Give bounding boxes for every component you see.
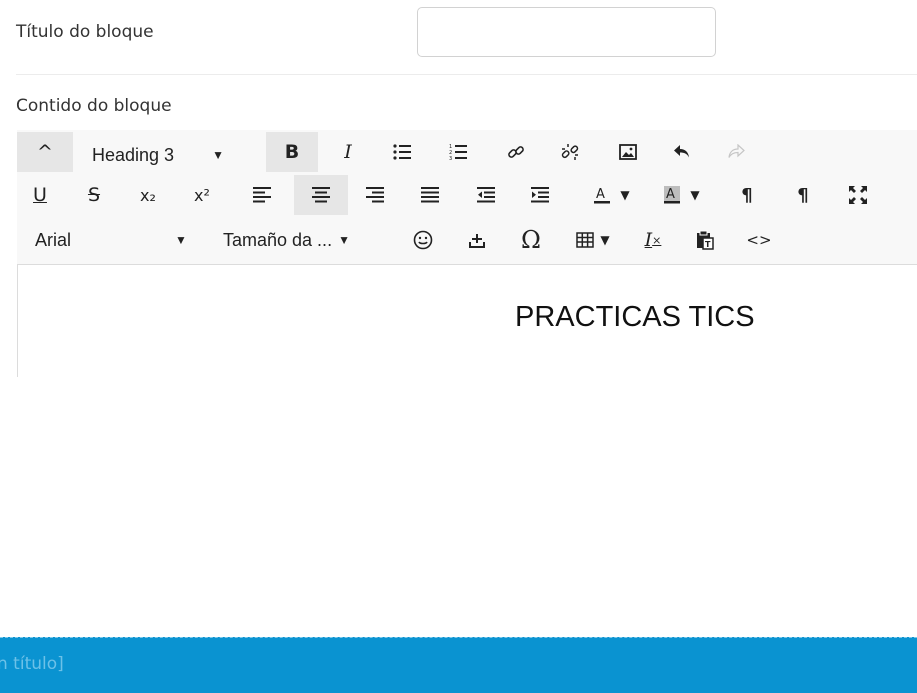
font-family-select[interactable]: Arial ▼ xyxy=(35,220,205,260)
block-content-label: Contido do bloque xyxy=(16,96,172,116)
font-size-value: Tamaño da ... xyxy=(223,229,333,250)
caret-down-icon: ▼ xyxy=(212,148,224,162)
caret-down-icon: ▼ xyxy=(338,233,350,247)
superscript-button[interactable]: x² xyxy=(179,175,225,215)
text-color-button[interactable]: A ▼ xyxy=(583,175,639,215)
numbered-list-icon: 123 xyxy=(449,144,467,161)
link-button[interactable] xyxy=(493,132,539,172)
caret-down-icon: ▼ xyxy=(175,233,187,247)
link-icon xyxy=(508,146,524,158)
indent-icon xyxy=(531,187,549,203)
paste-icon: T xyxy=(697,230,714,250)
image-icon xyxy=(619,144,637,160)
ltr-direction-button[interactable]: ¶ xyxy=(725,175,769,215)
clear-format-icon: I xyxy=(644,229,653,251)
upload-icon xyxy=(469,234,485,248)
smiley-icon xyxy=(413,230,433,250)
text-color-icon: A xyxy=(594,187,611,204)
special-character-button[interactable]: Ω xyxy=(507,220,555,260)
table-icon xyxy=(576,232,595,248)
undo-icon xyxy=(674,145,689,158)
format-select[interactable]: Heading 3 ▼ xyxy=(92,135,262,175)
align-left-button[interactable] xyxy=(239,175,285,215)
collapse-toolbar-button[interactable]: ^ xyxy=(17,132,73,172)
undo-button[interactable] xyxy=(659,132,705,172)
block-title-label: Título do bloque xyxy=(16,22,154,42)
strikethrough-button[interactable]: S xyxy=(71,175,117,215)
indent-button[interactable] xyxy=(517,175,563,215)
svg-text:3: 3 xyxy=(449,156,452,161)
chevron-up-icon: ^ xyxy=(37,141,53,163)
align-center-icon xyxy=(312,187,330,203)
source-code-button[interactable]: <> xyxy=(737,220,781,260)
paste-as-text-button[interactable]: T xyxy=(683,220,727,260)
code-icon: <> xyxy=(746,231,772,249)
subscript-icon: x₂ xyxy=(140,185,156,205)
block-preview-bar: n título] xyxy=(0,637,917,693)
outdent-button[interactable] xyxy=(463,175,509,215)
bullet-list-button[interactable] xyxy=(379,132,425,172)
rtl-direction-button[interactable]: ¶ xyxy=(781,175,825,215)
bullet-list-icon xyxy=(393,144,411,160)
bold-button[interactable]: B xyxy=(266,132,318,172)
align-right-button[interactable] xyxy=(352,175,398,215)
unlink-icon xyxy=(561,144,579,160)
editor-heading-text[interactable]: PRACTICAS TICS xyxy=(515,301,755,334)
insert-image-button[interactable] xyxy=(605,132,651,172)
align-justify-button[interactable] xyxy=(407,175,453,215)
caret-down-icon: ▼ xyxy=(600,233,610,247)
fullscreen-icon xyxy=(849,186,867,204)
svg-text:A: A xyxy=(596,187,605,202)
font-family-value: Arial xyxy=(35,229,72,250)
divider xyxy=(16,74,917,75)
emoticons-button[interactable] xyxy=(401,220,445,260)
underline-icon: U xyxy=(33,184,47,206)
font-size-select[interactable]: Tamaño da ... ▼ xyxy=(223,220,403,260)
highlight-color-icon: A xyxy=(664,186,681,204)
editor-toolbar: ^ Heading 3 ▼ B I 123 U S x₂ x² A ▼ A ▼ … xyxy=(17,130,917,265)
redo-icon xyxy=(728,144,745,158)
editor-content-area[interactable]: PRACTICAS TICS xyxy=(17,265,917,377)
omega-icon: Ω xyxy=(521,226,541,254)
redo-button[interactable] xyxy=(713,132,759,172)
untitled-block-label: n título] xyxy=(0,654,64,674)
unlink-button[interactable] xyxy=(547,132,593,172)
svg-text:T: T xyxy=(705,240,711,249)
bold-icon: B xyxy=(284,141,300,163)
italic-icon: I xyxy=(344,141,352,163)
format-select-value: Heading 3 xyxy=(92,144,175,165)
underline-button[interactable]: U xyxy=(17,175,63,215)
strikethrough-icon: S xyxy=(87,184,101,206)
block-title-input[interactable] xyxy=(417,7,716,57)
caret-down-icon: ▼ xyxy=(620,188,630,202)
insert-table-button[interactable]: ▼ xyxy=(565,220,621,260)
align-justify-icon xyxy=(421,187,439,203)
italic-button[interactable]: I xyxy=(325,132,371,172)
outdent-icon xyxy=(477,187,495,203)
fullscreen-button[interactable] xyxy=(835,175,881,215)
svg-text:A: A xyxy=(666,187,675,202)
clear-formatting-button[interactable]: I × xyxy=(631,220,675,260)
superscript-icon: x² xyxy=(194,185,210,205)
align-left-icon xyxy=(253,187,271,203)
align-right-icon xyxy=(366,187,384,203)
align-center-button[interactable] xyxy=(294,175,348,215)
caret-down-icon: ▼ xyxy=(690,188,700,202)
rtl-icon: ¶ xyxy=(797,184,809,206)
background-color-button[interactable]: A ▼ xyxy=(653,175,709,215)
subscript-button[interactable]: x₂ xyxy=(125,175,171,215)
ltr-icon: ¶ xyxy=(741,184,753,206)
numbered-list-button[interactable]: 123 xyxy=(435,132,481,172)
insert-media-button[interactable] xyxy=(455,220,499,260)
